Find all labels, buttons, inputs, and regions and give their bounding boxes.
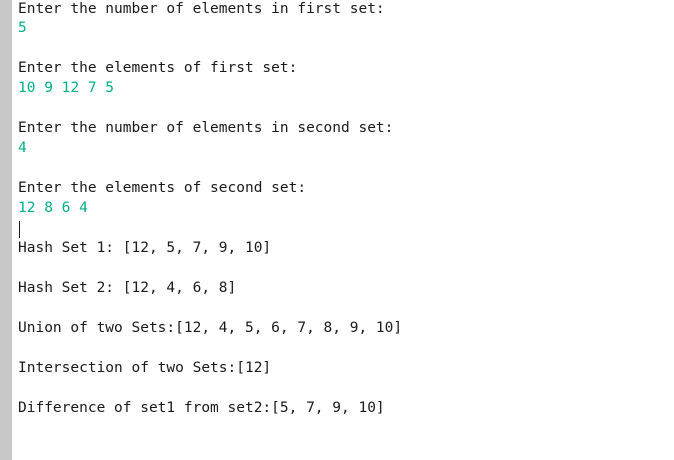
output-difference: Difference of set1 from set2:[5, 7, 9, 1…	[18, 400, 385, 416]
input-first-set-elements: 10 9 12 7 5	[18, 80, 115, 96]
output-union: Union of two Sets:[12, 4, 5, 6, 7, 8, 9,…	[18, 320, 403, 336]
scrollbar-gutter[interactable]	[0, 0, 12, 460]
prompt-second-set-elements: Enter the elements of second set:	[18, 180, 307, 196]
text-cursor	[19, 221, 20, 238]
console-window[interactable]: Enter the number of elements in first se…	[0, 0, 674, 460]
prompt-first-set-elements: Enter the elements of first set:	[18, 60, 298, 76]
prompt-first-set-count: Enter the number of elements in first se…	[18, 1, 385, 17]
console-output[interactable]: Enter the number of elements in first se…	[18, 0, 674, 460]
input-second-set-count: 4	[18, 140, 27, 156]
output-hash-set-2: Hash Set 2: [12, 4, 6, 8]	[18, 280, 237, 296]
input-second-set-elements: 12 8 6 4	[18, 200, 88, 216]
prompt-second-set-count: Enter the number of elements in second s…	[18, 120, 394, 136]
output-intersection: Intersection of two Sets:[12]	[18, 360, 272, 376]
input-first-set-count: 5	[18, 20, 27, 36]
output-hash-set-1: Hash Set 1: [12, 5, 7, 9, 10]	[18, 240, 272, 256]
